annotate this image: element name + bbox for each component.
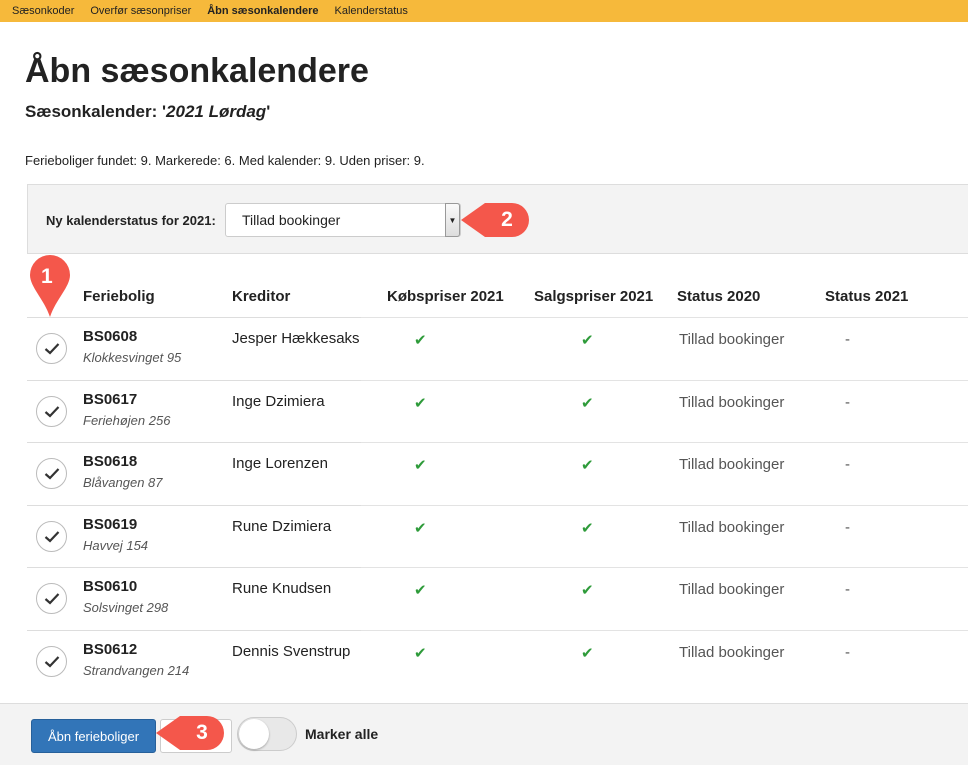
creditor-name: Inge Dzimiera <box>232 393 325 410</box>
status-select-value: Tillad bookinger <box>242 212 341 228</box>
sales-prices-check-icon: ✔ <box>581 332 594 349</box>
house-code: BS0617 <box>83 391 138 408</box>
header-status-2020: Status 2020 <box>677 288 761 305</box>
status-label: Ny kalenderstatus for 2021: <box>46 213 216 228</box>
open-houses-button[interactable]: Åbn ferieboliger <box>31 719 156 753</box>
purchase-prices-check-icon: ✔ <box>414 332 427 349</box>
subtitle-suffix: ' <box>266 102 271 121</box>
status-2020: Tillad bookinger <box>679 331 785 348</box>
checkmark-icon <box>44 531 59 543</box>
status-2020: Tillad bookinger <box>679 581 785 598</box>
status-2021: - <box>845 394 850 411</box>
header-kreditor: Kreditor <box>232 288 291 305</box>
house-code: BS0612 <box>83 641 138 658</box>
callout-3: 3 <box>156 716 224 750</box>
house-address: Feriehøjen 256 <box>83 413 171 428</box>
row-checkbox[interactable] <box>36 333 67 364</box>
top-nav: Sæsonkoder Overfør sæsonpriser Åbn sæson… <box>0 0 968 22</box>
creditor-name: Dennis Svenstrup <box>232 643 351 660</box>
house-code: BS0618 <box>83 453 138 470</box>
tab-saesonkoder[interactable]: Sæsonkoder <box>4 5 82 17</box>
sales-prices-check-icon: ✔ <box>581 645 594 662</box>
page-title: Åbn sæsonkalendere <box>25 52 369 90</box>
purchase-prices-check-icon: ✔ <box>414 582 427 599</box>
row-checkbox[interactable] <box>36 396 67 427</box>
tab-aabn-saesonkalendere[interactable]: Åbn sæsonkalendere <box>199 5 326 17</box>
purchase-prices-check-icon: ✔ <box>414 457 427 474</box>
status-2020: Tillad bookinger <box>679 644 785 661</box>
tab-overfoer-saesonpriser[interactable]: Overfør sæsonpriser <box>82 5 199 17</box>
table-row[interactable]: BS0619 Havvej 154 Rune Dzimiera ✔ ✔ Till… <box>27 505 968 568</box>
house-code: BS0610 <box>83 578 138 595</box>
row-checkbox[interactable] <box>36 583 67 614</box>
status-2021: - <box>845 519 850 536</box>
tab-kalenderstatus[interactable]: Kalenderstatus <box>327 5 416 17</box>
toggle-knob <box>239 719 269 749</box>
house-address: Havvej 154 <box>83 538 149 553</box>
calendar-name: 2021 Lørdag <box>166 102 267 121</box>
status-2021: - <box>845 581 850 598</box>
row-checkbox[interactable] <box>36 458 67 489</box>
table-row[interactable]: BS0610 Solsvinget 298 Rune Knudsen ✔ ✔ T… <box>27 567 968 630</box>
callout-1-number: 1 <box>41 265 53 288</box>
status-2020: Tillad bookinger <box>679 394 785 411</box>
bottom-action-bar: Åbn ferieboliger Marker alle <box>0 703 968 765</box>
row-checkbox[interactable] <box>36 521 67 552</box>
purchase-prices-check-icon: ✔ <box>414 395 427 412</box>
sales-prices-check-icon: ✔ <box>581 457 594 474</box>
status-2020: Tillad bookinger <box>679 519 785 536</box>
creditor-name: Jesper Hækkesaks <box>232 330 360 347</box>
callout-3-number: 3 <box>196 721 208 744</box>
table-row[interactable]: BS0617 Feriehøjen 256 Inge Dzimiera ✔ ✔ … <box>27 380 968 443</box>
house-code: BS0619 <box>83 516 138 533</box>
creditor-name: Rune Knudsen <box>232 580 332 597</box>
house-address: Strandvangen 214 <box>83 663 190 678</box>
select-all-label: Marker alle <box>305 726 379 742</box>
purchase-prices-check-icon: ✔ <box>414 520 427 537</box>
house-address: Blåvangen 87 <box>83 475 163 490</box>
header-koebspriser: Købspriser 2021 <box>387 288 504 305</box>
checkmark-icon <box>44 656 59 668</box>
sales-prices-check-icon: ✔ <box>581 520 594 537</box>
callout-1: 1 <box>30 255 70 317</box>
status-2020: Tillad bookinger <box>679 456 785 473</box>
subtitle-prefix: Sæsonkalender: ' <box>25 102 167 121</box>
select-all-toggle[interactable] <box>237 717 297 751</box>
callout-2-number: 2 <box>501 208 513 231</box>
creditor-name: Inge Lorenzen <box>232 455 328 472</box>
table-row[interactable]: BS0608 Klokkesvinget 95 Jesper Hækkesaks… <box>27 317 968 380</box>
callout-2: 2 <box>461 203 529 237</box>
checkmark-icon <box>44 343 59 355</box>
row-checkbox[interactable] <box>36 646 67 677</box>
house-address: Solsvinget 298 <box>83 600 169 615</box>
table-row[interactable]: BS0618 Blåvangen 87 Inge Lorenzen ✔ ✔ Ti… <box>27 442 968 505</box>
status-2021: - <box>845 644 850 661</box>
purchase-prices-check-icon: ✔ <box>414 645 427 662</box>
sales-prices-check-icon: ✔ <box>581 582 594 599</box>
header-status-2021: Status 2021 <box>825 288 909 305</box>
checkmark-icon <box>44 593 59 605</box>
summary-stats: Ferieboliger fundet: 9. Markerede: 6. Me… <box>25 153 425 168</box>
checkmark-icon <box>44 406 59 418</box>
house-address: Klokkesvinget 95 <box>83 350 182 365</box>
header-feriebolig: Feriebolig <box>83 288 155 305</box>
status-2021: - <box>845 331 850 348</box>
creditor-name: Rune Dzimiera <box>232 518 332 535</box>
table-row[interactable]: BS0612 Strandvangen 214 Dennis Svenstrup… <box>27 630 968 693</box>
dropdown-arrow-icon[interactable]: ▼ <box>445 203 460 237</box>
sales-prices-check-icon: ✔ <box>581 395 594 412</box>
house-code: BS0608 <box>83 328 138 345</box>
calendar-subtitle: Sæsonkalender: '2021 Lørdag' <box>25 102 270 122</box>
header-salgspriser: Salgspriser 2021 <box>534 288 654 305</box>
status-2021: - <box>845 456 850 473</box>
status-select[interactable]: Tillad bookinger ▼ <box>225 203 461 237</box>
checkmark-icon <box>44 468 59 480</box>
